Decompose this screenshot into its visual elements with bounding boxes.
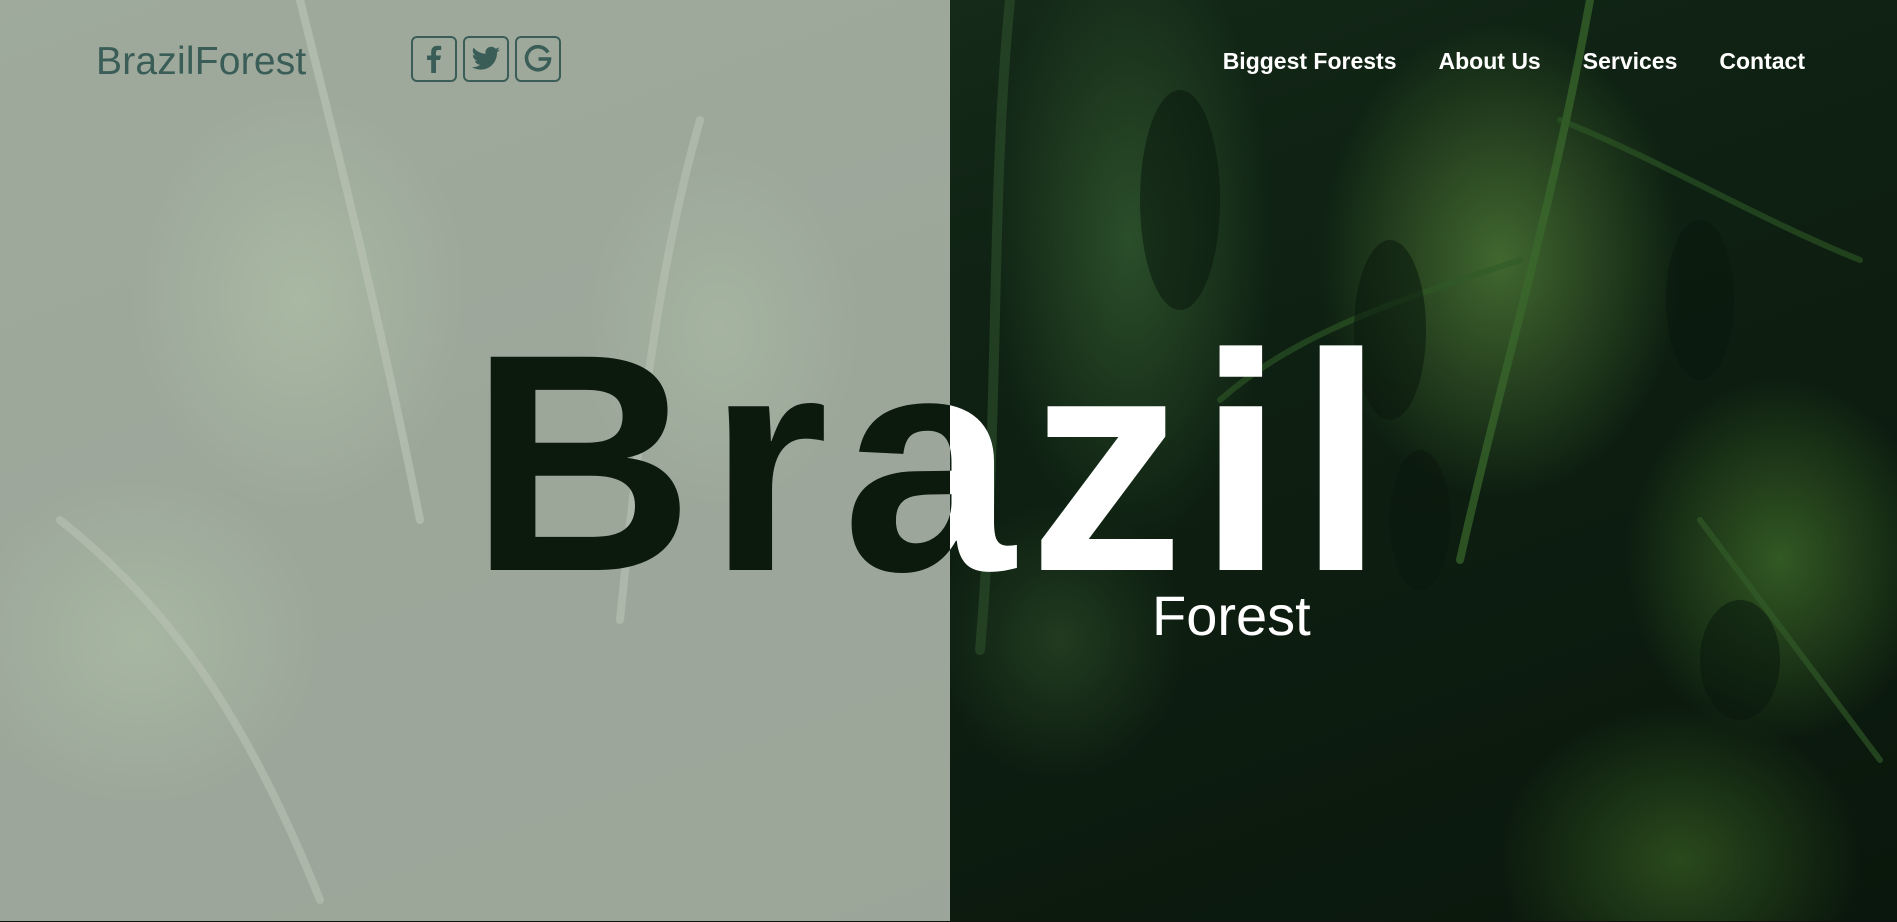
twitter-button[interactable] — [463, 36, 509, 82]
page: BrazilForest Biggest Forests About Us Se… — [0, 0, 1897, 922]
hero-title: Brazil — [470, 289, 1399, 636]
google-button[interactable] — [515, 36, 561, 82]
hero-subtitle: Forest — [1152, 584, 1311, 647]
twitter-icon — [471, 46, 500, 70]
nav-link-services[interactable]: Services — [1583, 46, 1678, 76]
social-links — [411, 36, 561, 82]
nav-link-biggest-forests[interactable]: Biggest Forests — [1223, 46, 1397, 76]
nav-link-about-us[interactable]: About Us — [1439, 46, 1541, 76]
facebook-icon — [427, 45, 442, 73]
brand-logo[interactable]: BrazilForest — [96, 36, 306, 88]
main-nav: Biggest Forests About Us Services Contac… — [1223, 46, 1805, 76]
nav-link-contact[interactable]: Contact — [1719, 46, 1805, 76]
facebook-button[interactable] — [411, 36, 457, 82]
google-icon — [524, 44, 552, 72]
